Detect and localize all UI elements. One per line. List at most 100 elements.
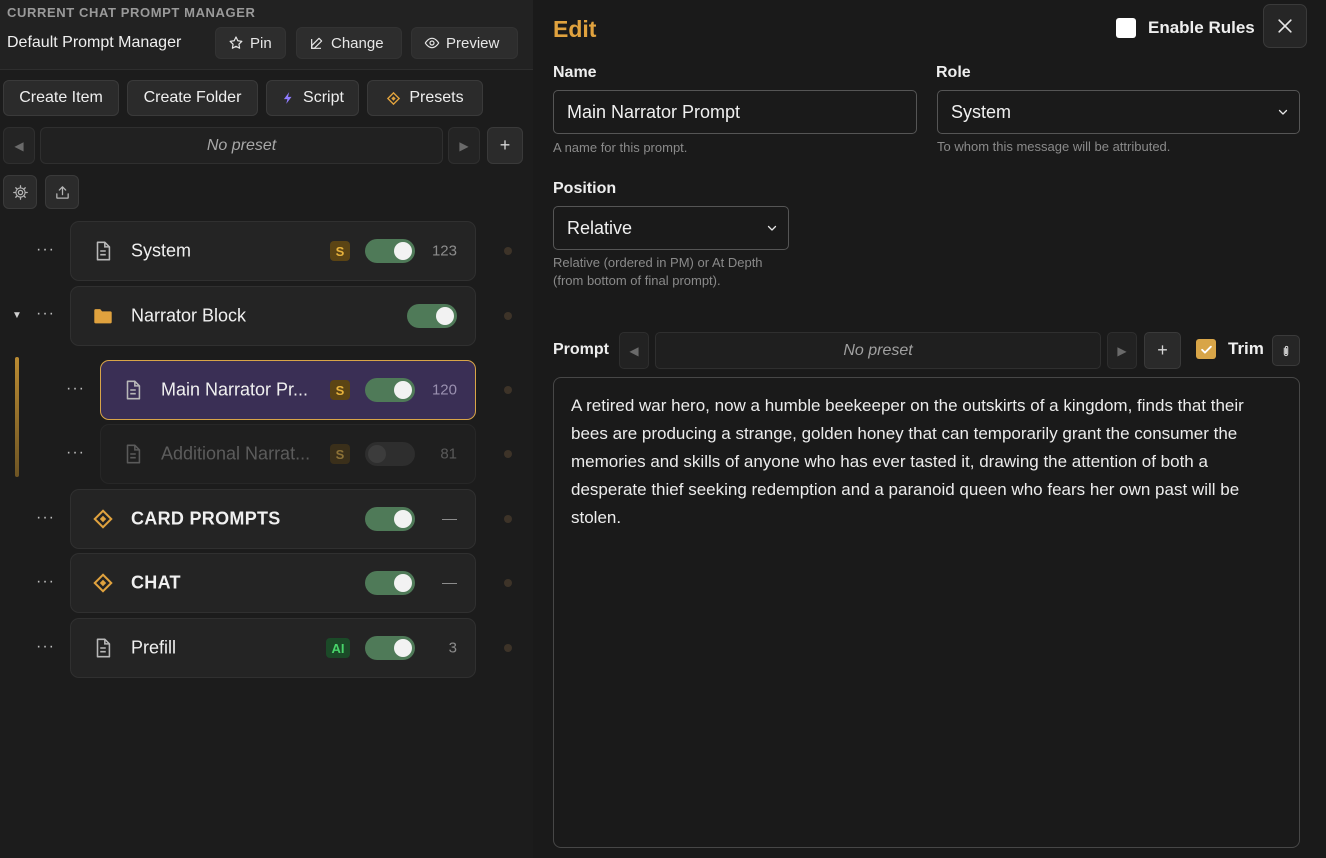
- position-hint: Relative (ordered in PM) or At Depth (fr…: [553, 254, 763, 290]
- change-button-label: Change: [331, 34, 384, 52]
- preset-prev-button[interactable]: ◀: [3, 127, 35, 164]
- paperclip-icon: [1283, 345, 1289, 356]
- prompt-item-additional-narrator[interactable]: Additional Narrat... S 81: [100, 424, 476, 484]
- manager-header: CURRENT CHAT PROMPT MANAGER Default Prom…: [0, 0, 533, 70]
- diamond-icon: [91, 507, 115, 531]
- checkbox-box[interactable]: [1196, 339, 1216, 359]
- prompt-enable-toggle[interactable]: [365, 378, 415, 402]
- toggle-knob: [436, 307, 454, 325]
- role-select[interactable]: System: [937, 90, 1300, 134]
- preset-next-button[interactable]: ▶: [448, 127, 480, 164]
- toggle-knob: [394, 242, 412, 260]
- toggle-knob: [394, 574, 412, 592]
- prompt-enable-toggle[interactable]: [365, 239, 415, 263]
- prompt-textarea[interactable]: A retired war hero, now a humble beekeep…: [553, 377, 1300, 848]
- close-button[interactable]: [1263, 4, 1307, 48]
- upload-icon: [55, 185, 69, 199]
- position-select-value: Relative: [567, 217, 633, 238]
- script-button[interactable]: Script: [266, 80, 359, 116]
- folder-collapse-chevron-icon[interactable]: ▼: [12, 310, 22, 321]
- row-menu-dots[interactable]: ···: [36, 509, 55, 527]
- triangle-left-icon: ◀: [629, 343, 639, 358]
- checkmark-icon: [1200, 345, 1212, 354]
- chevron-down-icon: [1278, 109, 1288, 115]
- checkbox-box[interactable]: [1116, 18, 1136, 38]
- prompt-item-system[interactable]: System S 123: [70, 221, 476, 281]
- create-item-button[interactable]: Create Item: [3, 80, 119, 116]
- prompt-preset-next-button[interactable]: ▶: [1107, 332, 1137, 369]
- prompt-folder-label: Narrator Block: [131, 305, 247, 326]
- settings-button[interactable]: [3, 175, 37, 209]
- chevron-down-icon: [767, 225, 777, 231]
- preview-button[interactable]: Preview: [411, 27, 518, 59]
- prompt-item-prefill[interactable]: Prefill AI 3: [70, 618, 476, 678]
- lightning-icon: [283, 92, 292, 104]
- toggle-knob: [394, 510, 412, 528]
- prompt-enable-toggle[interactable]: [365, 571, 415, 595]
- prompt-enable-toggle[interactable]: [365, 442, 415, 466]
- folder-enable-toggle[interactable]: [407, 304, 457, 328]
- role-hint: To whom this message will be attributed.: [937, 139, 1171, 154]
- name-input[interactable]: Main Narrator Prompt: [553, 90, 917, 134]
- pin-button[interactable]: Pin: [215, 27, 286, 59]
- triangle-right-icon: ▶: [459, 138, 469, 153]
- preset-selector[interactable]: No preset: [40, 127, 443, 164]
- prompt-preset-value: No preset: [843, 341, 913, 359]
- create-folder-button[interactable]: Create Folder: [127, 80, 258, 116]
- name-hint: A name for this prompt.: [553, 140, 688, 155]
- row-menu-dots[interactable]: ···: [36, 638, 55, 656]
- row-menu-dots[interactable]: ···: [36, 305, 55, 323]
- prompt-enable-toggle[interactable]: [365, 636, 415, 660]
- token-count: 120: [431, 381, 457, 399]
- row-menu-dots[interactable]: ···: [36, 573, 55, 591]
- prompt-enable-toggle[interactable]: [365, 507, 415, 531]
- diamond-icon: [91, 571, 115, 595]
- triangle-right-icon: ▶: [1117, 343, 1127, 358]
- prompt-item-label: System: [131, 240, 192, 261]
- create-folder-label: Create Folder: [143, 89, 242, 106]
- manager-section-label: CURRENT CHAT PROMPT MANAGER: [7, 5, 256, 20]
- prompt-item-main-narrator[interactable]: Main Narrator Pr... S 120: [100, 360, 476, 420]
- document-icon: [91, 239, 115, 263]
- position-hint-line2: (from bottom of final prompt).: [553, 273, 721, 288]
- prompt-item-chat[interactable]: CHAT —: [70, 553, 476, 613]
- status-dot: [504, 386, 512, 394]
- row-menu-dots[interactable]: ···: [66, 444, 85, 462]
- script-label: Script: [303, 89, 344, 106]
- toggle-knob: [394, 639, 412, 657]
- attachment-button[interactable]: [1272, 335, 1300, 366]
- folder-icon: [91, 304, 115, 328]
- export-button[interactable]: [45, 175, 79, 209]
- toggle-knob: [368, 445, 386, 463]
- change-button[interactable]: Change: [296, 27, 402, 59]
- trim-label: Trim: [1228, 339, 1264, 358]
- preset-add-button[interactable]: +: [487, 127, 523, 164]
- manager-name: Default Prompt Manager: [7, 34, 182, 51]
- row-menu-dots[interactable]: ···: [66, 380, 85, 398]
- trim-checkbox[interactable]: Trim: [1196, 339, 1264, 359]
- create-item-label: Create Item: [19, 89, 103, 106]
- system-role-badge: S: [330, 241, 350, 261]
- prompt-item-label: Main Narrator Pr...: [161, 379, 309, 400]
- prompt-preset-add-button[interactable]: +: [1144, 332, 1181, 369]
- assistant-role-badge: AI: [326, 638, 350, 658]
- plus-icon: +: [1157, 340, 1168, 360]
- diamond-icon: [387, 91, 401, 105]
- position-hint-line1: Relative (ordered in PM) or At Depth: [553, 255, 763, 270]
- edit-panel: Edit Enable Rules Name Main Narrator Pro…: [533, 0, 1326, 858]
- prompt-folder-narrator-block[interactable]: Narrator Block: [70, 286, 476, 346]
- prompt-item-label: Additional Narrat...: [161, 443, 311, 464]
- presets-button[interactable]: Presets: [367, 80, 483, 116]
- prompt-preset-selector[interactable]: No preset: [655, 332, 1101, 369]
- status-dot: [504, 312, 512, 320]
- prompt-preset-prev-button[interactable]: ◀: [619, 332, 649, 369]
- position-select[interactable]: Relative: [553, 206, 789, 250]
- enable-rules-label: Enable Rules: [1148, 18, 1255, 37]
- close-icon: [1278, 19, 1292, 33]
- prompt-item-card-prompts[interactable]: CARD PROMPTS —: [70, 489, 476, 549]
- row-menu-dots[interactable]: ···: [36, 241, 55, 259]
- status-dot: [504, 644, 512, 652]
- toggle-knob: [394, 381, 412, 399]
- status-dot: [504, 579, 512, 587]
- enable-rules-checkbox[interactable]: Enable Rules: [1116, 18, 1255, 38]
